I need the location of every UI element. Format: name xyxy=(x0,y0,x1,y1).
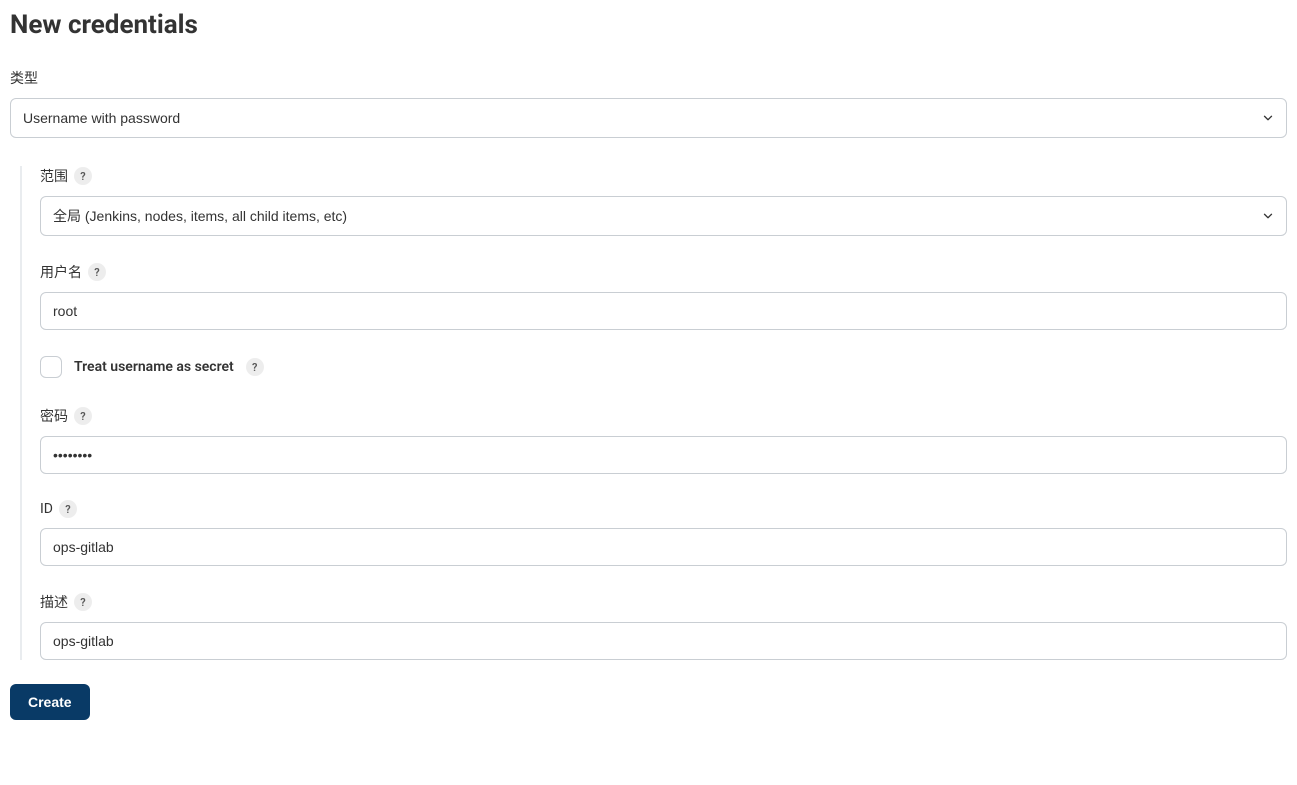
username-field: 用户名 ? xyxy=(40,262,1287,330)
username-label: 用户名 xyxy=(40,262,82,282)
id-help-icon[interactable]: ? xyxy=(59,500,77,518)
create-button[interactable]: Create xyxy=(10,684,90,720)
kind-label: 类型 xyxy=(10,68,38,88)
username-label-row: 用户名 ? xyxy=(40,262,1287,282)
description-label-row: 描述 ? xyxy=(40,592,1287,612)
treat-secret-help-icon[interactable]: ? xyxy=(246,358,264,376)
id-input[interactable] xyxy=(40,528,1287,566)
id-field: ID ? xyxy=(40,500,1287,566)
password-field: 密码 ? xyxy=(40,406,1287,474)
treat-secret-label: Treat username as secret xyxy=(74,359,234,375)
description-input[interactable] xyxy=(40,622,1287,660)
description-label: 描述 xyxy=(40,592,68,612)
treat-secret-checkbox[interactable] xyxy=(40,356,62,378)
password-input[interactable] xyxy=(40,436,1287,474)
credential-details: 范围 ? 全局 (Jenkins, nodes, items, all chil… xyxy=(20,166,1287,660)
scope-label-row: 范围 ? xyxy=(40,166,1287,186)
username-input[interactable] xyxy=(40,292,1287,330)
scope-help-icon[interactable]: ? xyxy=(74,167,92,185)
kind-select[interactable]: Username with password xyxy=(10,98,1287,138)
scope-select[interactable]: 全局 (Jenkins, nodes, items, all child ite… xyxy=(40,196,1287,236)
kind-field: 类型 Username with password xyxy=(10,68,1287,138)
password-help-icon[interactable]: ? xyxy=(74,407,92,425)
username-help-icon[interactable]: ? xyxy=(88,263,106,281)
scope-label: 范围 xyxy=(40,166,68,186)
description-help-icon[interactable]: ? xyxy=(74,593,92,611)
scope-field: 范围 ? 全局 (Jenkins, nodes, items, all chil… xyxy=(40,166,1287,236)
scope-select-wrap: 全局 (Jenkins, nodes, items, all child ite… xyxy=(40,196,1287,236)
description-field: 描述 ? xyxy=(40,592,1287,660)
id-label: ID xyxy=(40,501,53,517)
password-label: 密码 xyxy=(40,406,68,426)
kind-label-row: 类型 xyxy=(10,68,1287,88)
page-title: New credentials xyxy=(10,10,1287,40)
id-label-row: ID ? xyxy=(40,500,1287,518)
treat-secret-row: Treat username as secret ? xyxy=(40,356,1287,378)
kind-select-wrap: Username with password xyxy=(10,98,1287,138)
password-label-row: 密码 ? xyxy=(40,406,1287,426)
